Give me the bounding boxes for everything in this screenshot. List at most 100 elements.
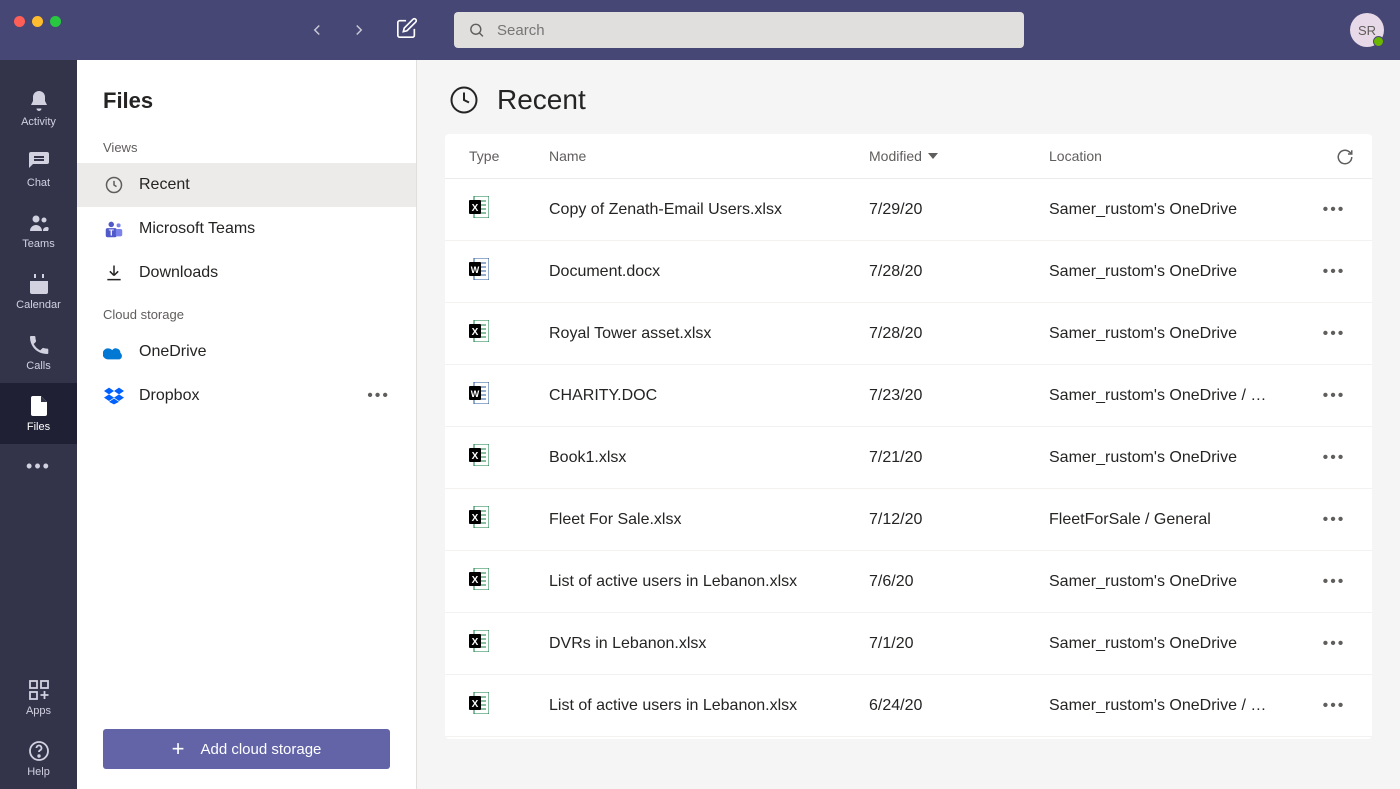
search-box[interactable]: [454, 12, 1024, 48]
rail-label: Teams: [22, 238, 54, 250]
sidebar-item-label: Downloads: [139, 264, 218, 282]
rail-item-teams[interactable]: Teams: [0, 200, 77, 261]
row-more-button[interactable]: •••: [1323, 263, 1346, 281]
file-location: Samer_rustom's OneDrive: [1049, 263, 1309, 281]
excel-icon: [469, 630, 489, 652]
teams-icon: T: [103, 218, 125, 240]
table-row[interactable]: Book1.xlsx7/21/20Samer_rustom's OneDrive…: [445, 427, 1372, 489]
add-storage-label: Add cloud storage: [200, 741, 321, 758]
table-row[interactable]: Document.docx7/28/20Samer_rustom's OneDr…: [445, 241, 1372, 303]
row-more-button[interactable]: •••: [1323, 697, 1346, 715]
row-more-button[interactable]: •••: [1323, 573, 1346, 591]
rail-item-calendar[interactable]: Calendar: [0, 261, 77, 322]
search-icon: [468, 21, 485, 39]
file-location: Samer_rustom's OneDrive / …: [1049, 387, 1309, 405]
table-row[interactable]: CHARITY.DOC7/23/20Samer_rustom's OneDriv…: [445, 365, 1372, 427]
table-row[interactable]: Copy of Zenath-Email Users.xlsx7/29/20Sa…: [445, 179, 1372, 241]
file-modified: 7/1/20: [869, 635, 1049, 653]
file-modified: 7/28/20: [869, 325, 1049, 343]
close-window-button[interactable]: [14, 16, 25, 27]
row-more-button[interactable]: •••: [1323, 635, 1346, 653]
user-avatar[interactable]: SR: [1350, 13, 1384, 47]
file-name: List of active users in Lebanon.xlsx: [549, 573, 869, 591]
table-row[interactable]: Royal Tower asset.xlsx7/28/20Samer_rusto…: [445, 303, 1372, 365]
rail-item-calls[interactable]: Calls: [0, 322, 77, 383]
maximize-window-button[interactable]: [50, 16, 61, 27]
sidebar-item-msteams[interactable]: T Microsoft Teams: [77, 207, 416, 251]
row-more-button[interactable]: •••: [1323, 387, 1346, 405]
row-more-button[interactable]: •••: [1323, 201, 1346, 219]
file-name: Book1.xlsx: [549, 449, 869, 467]
search-input[interactable]: [497, 22, 1010, 39]
clock-icon: [103, 174, 125, 196]
add-cloud-storage-button[interactable]: + Add cloud storage: [103, 729, 390, 769]
table-row[interactable]: Fleet For Sale.xlsx7/12/20FleetForSale /…: [445, 489, 1372, 551]
word-icon: [469, 382, 489, 404]
column-location[interactable]: Location: [1049, 148, 1309, 164]
table-body[interactable]: Copy of Zenath-Email Users.xlsx7/29/20Sa…: [445, 179, 1372, 739]
sidebar-item-recent[interactable]: Recent: [77, 163, 416, 207]
file-table: Type Name Modified Location Copy of Zena…: [445, 134, 1372, 739]
row-more-button[interactable]: •••: [1323, 511, 1346, 529]
rail-label: Calendar: [16, 299, 61, 311]
clock-icon: [449, 85, 479, 115]
column-name[interactable]: Name: [549, 148, 869, 164]
app-rail: Activity Chat Teams Calendar Calls Files…: [0, 60, 77, 789]
file-name: Copy of Zenath-Email Users.xlsx: [549, 201, 869, 219]
compose-button[interactable]: [396, 17, 418, 44]
main-content: Recent Type Name Modified Location Copy …: [417, 60, 1400, 789]
file-name: Fleet For Sale.xlsx: [549, 511, 869, 529]
sort-desc-icon: [928, 151, 938, 161]
file-name: CHARITY.DOC: [549, 387, 869, 405]
back-button[interactable]: [308, 21, 326, 39]
rail-item-files[interactable]: Files: [0, 383, 77, 444]
row-more-button[interactable]: •••: [1323, 449, 1346, 467]
table-header: Type Name Modified Location: [445, 134, 1372, 179]
refresh-button[interactable]: [1336, 148, 1354, 169]
rail-item-chat[interactable]: Chat: [0, 139, 77, 200]
excel-icon: [469, 196, 489, 218]
rail-item-help[interactable]: Help: [0, 728, 77, 789]
file-modified: 7/21/20: [869, 449, 1049, 467]
table-row[interactable]: DVRs in Lebanon.xlsx7/1/20Samer_rustom's…: [445, 613, 1372, 675]
table-row[interactable]: List of active users in Lebanon.xlsx6/24…: [445, 675, 1372, 737]
file-location: FleetForSale / General: [1049, 511, 1309, 529]
file-location: Samer_rustom's OneDrive: [1049, 573, 1309, 591]
sidebar-item-downloads[interactable]: Downloads: [77, 251, 416, 295]
column-type[interactable]: Type: [469, 148, 549, 164]
minimize-window-button[interactable]: [32, 16, 43, 27]
excel-icon: [469, 568, 489, 590]
rail-label: Files: [27, 421, 50, 433]
main-header: Recent: [417, 60, 1400, 134]
file-modified: 7/28/20: [869, 263, 1049, 281]
file-location: Samer_rustom's OneDrive / …: [1049, 697, 1309, 715]
table-row[interactable]: List of active users in Lebanon.xlsx7/6/…: [445, 551, 1372, 613]
rail-item-apps[interactable]: Apps: [0, 667, 77, 728]
rail-label: Help: [27, 766, 50, 778]
rail-label: Calls: [26, 360, 50, 372]
column-modified-label: Modified: [869, 148, 922, 164]
sidebar-item-dropbox[interactable]: Dropbox •••: [77, 374, 416, 418]
download-icon: [103, 262, 125, 284]
svg-text:T: T: [109, 228, 114, 237]
column-modified[interactable]: Modified: [869, 148, 1049, 164]
file-location: Samer_rustom's OneDrive: [1049, 449, 1309, 467]
dropbox-more-button[interactable]: •••: [367, 387, 390, 405]
plus-icon: +: [172, 736, 185, 762]
file-name: DVRs in Lebanon.xlsx: [549, 635, 869, 653]
rail-more-button[interactable]: •••: [26, 456, 51, 477]
excel-icon: [469, 692, 489, 714]
files-sidebar: Files Views Recent T Microsoft Teams Dow…: [77, 60, 417, 789]
forward-button[interactable]: [350, 21, 368, 39]
rail-item-activity[interactable]: Activity: [0, 78, 77, 139]
views-section-label: Views: [77, 128, 416, 163]
row-more-button[interactable]: •••: [1323, 325, 1346, 343]
sidebar-item-onedrive[interactable]: OneDrive: [77, 330, 416, 374]
excel-icon: [469, 320, 489, 342]
page-title: Recent: [497, 84, 586, 116]
avatar-initials: SR: [1358, 23, 1376, 38]
rail-label: Apps: [26, 705, 51, 717]
file-location: Samer_rustom's OneDrive: [1049, 325, 1309, 343]
table-row[interactable]: List of Employees in Lebanon.xlsx6/23/20…: [445, 737, 1372, 739]
file-location: Samer_rustom's OneDrive: [1049, 201, 1309, 219]
